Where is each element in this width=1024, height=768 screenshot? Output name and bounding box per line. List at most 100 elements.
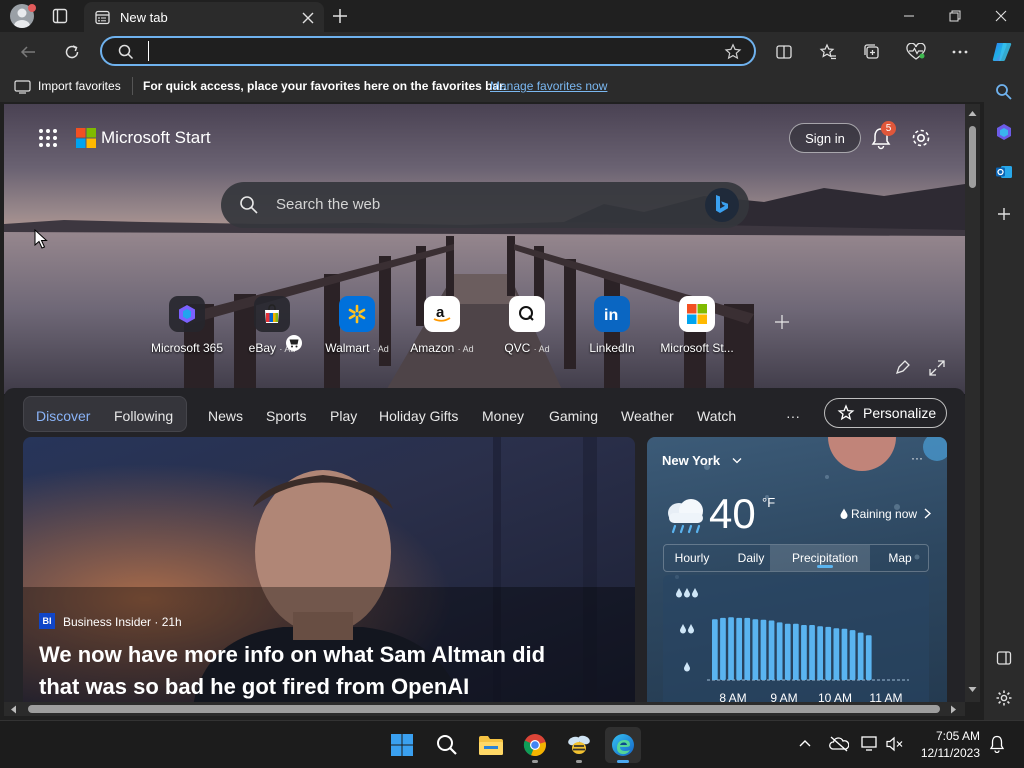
taskbar-search-button[interactable] <box>429 727 465 763</box>
vertical-scroll-thumb[interactable] <box>969 126 976 188</box>
weather-location[interactable]: New York <box>662 453 720 468</box>
browser-essentials-button[interactable] <box>902 38 930 66</box>
tab-holiday-gifts[interactable]: Holiday Gifts <box>379 408 458 424</box>
gear-icon <box>996 690 1012 706</box>
quick-link-amazon[interactable]: a Amazon · Ad <box>404 296 480 355</box>
import-favorites-link[interactable]: Import favorites <box>38 79 121 93</box>
sidebar-copilot-button[interactable] <box>990 118 1018 146</box>
tab-following[interactable]: Following <box>114 408 173 424</box>
favorites-button[interactable] <box>814 38 842 66</box>
expand-background-button[interactable] <box>929 360 945 376</box>
clock-date[interactable]: 12/11/2023 <box>914 746 980 760</box>
weather-more-button[interactable]: ··· <box>911 451 923 465</box>
network-monitor-icon[interactable] <box>861 736 879 752</box>
settings-more-button[interactable] <box>946 38 974 66</box>
scroll-down-arrow-icon[interactable] <box>968 686 977 693</box>
chrome-button[interactable] <box>517 727 553 763</box>
chrome-icon <box>523 734 546 757</box>
svg-text:in: in <box>604 307 618 324</box>
tab-discover[interactable]: Discover <box>36 408 90 424</box>
precip-time-label: 10 AM <box>818 691 852 702</box>
split-screen-button[interactable] <box>770 38 798 66</box>
tab-new-tab[interactable]: New tab <box>84 2 324 32</box>
new-tab-button[interactable] <box>330 6 350 26</box>
tab-title: New tab <box>120 10 168 25</box>
sparkle-star-icon <box>837 404 855 421</box>
tab-money[interactable]: Money <box>482 408 524 424</box>
web-search-box[interactable]: Search the web <box>221 182 749 228</box>
scroll-up-arrow-icon[interactable] <box>968 110 977 117</box>
close-tab-icon[interactable] <box>302 12 314 24</box>
chevron-right-icon[interactable] <box>924 508 931 519</box>
temperature-unit[interactable]: °F <box>762 495 775 510</box>
weather-card[interactable]: New York ··· 40 °F Raining now Hourly Da… <box>647 437 947 702</box>
sign-in-button[interactable]: Sign in <box>789 123 861 153</box>
tab-actions-icon[interactable] <box>52 8 68 24</box>
story-headline-line2[interactable]: that was so bad he got fired from OpenAI <box>39 674 469 700</box>
add-quick-link-button[interactable] <box>774 314 790 330</box>
horizontal-scroll-thumb[interactable] <box>28 705 940 713</box>
windows-taskbar: 7:05 AM 12/11/2023 <box>0 720 1024 768</box>
onedrive-offline-icon[interactable] <box>829 736 849 752</box>
sidebar-search-button[interactable] <box>990 78 1018 106</box>
story-headline-line1[interactable]: We now have more info on what Sam Altman… <box>39 642 545 668</box>
copilot-icon <box>992 43 1012 61</box>
hide-sidebar-button[interactable] <box>990 644 1018 672</box>
clock-time[interactable]: 7:05 AM <box>914 729 980 743</box>
tab-weather[interactable]: Weather <box>621 408 674 424</box>
personalize-button[interactable]: Personalize <box>824 398 947 428</box>
precip-bar <box>809 625 815 680</box>
page-settings-button[interactable] <box>910 127 932 149</box>
notification-center-bell-icon[interactable] <box>989 735 1005 753</box>
scroll-left-arrow-icon[interactable] <box>10 705 17 714</box>
minimize-button[interactable] <box>886 0 932 32</box>
apps-launcher-button[interactable] <box>38 128 58 148</box>
collections-button[interactable] <box>858 38 886 66</box>
tab-daily[interactable]: Daily <box>723 545 779 571</box>
precip-time-label: 8 AM <box>719 691 746 702</box>
more-tabs-button[interactable]: ··· <box>786 408 800 424</box>
quick-link-walmart[interactable]: Walmart · Ad <box>319 296 395 355</box>
edit-background-button[interactable] <box>894 360 910 376</box>
file-explorer-button[interactable] <box>473 727 509 763</box>
tab-news[interactable]: News <box>208 408 243 424</box>
restore-button[interactable] <box>932 0 978 32</box>
story-source[interactable]: Business Insider · 21h <box>63 615 182 629</box>
volume-muted-icon[interactable] <box>886 736 904 752</box>
brand-title[interactable]: Microsoft Start <box>101 128 211 148</box>
scroll-right-arrow-icon[interactable] <box>950 705 957 714</box>
sidebar-settings-button[interactable] <box>990 684 1018 712</box>
bee-app-button[interactable] <box>561 727 597 763</box>
manage-favorites-link[interactable]: Manage favorites now <box>490 79 607 93</box>
tab-watch[interactable]: Watch <box>697 408 736 424</box>
favorite-star-icon[interactable] <box>724 43 742 61</box>
bing-chat-button[interactable] <box>705 188 739 222</box>
address-bar[interactable] <box>100 36 756 66</box>
tab-sports[interactable]: Sports <box>266 408 306 424</box>
quick-link-linkedin[interactable]: in LinkedIn <box>574 296 650 355</box>
top-story-card[interactable]: BI Business Insider · 21h We now have mo… <box>23 437 635 702</box>
quick-link-microsoft-365[interactable]: Microsoft 365 <box>149 296 225 355</box>
refresh-button[interactable] <box>58 38 86 66</box>
chevron-down-icon[interactable] <box>732 457 742 465</box>
quick-link-microsoft-store[interactable]: Microsoft St... <box>659 296 735 355</box>
address-input[interactable] <box>148 41 708 61</box>
copilot-button[interactable] <box>988 38 1016 66</box>
tab-map[interactable]: Map <box>875 545 925 571</box>
back-button[interactable] <box>14 38 42 66</box>
sidebar-add-button[interactable] <box>990 200 1018 228</box>
edge-button[interactable] <box>605 727 641 763</box>
mouse-cursor-icon <box>34 229 48 249</box>
tab-gaming[interactable]: Gaming <box>549 408 598 424</box>
sidebar-outlook-button[interactable] <box>990 158 1018 186</box>
horizontal-scrollbar[interactable] <box>4 702 965 716</box>
tab-hourly[interactable]: Hourly <box>664 545 720 571</box>
weather-condition[interactable]: Raining now <box>851 507 917 521</box>
vertical-scrollbar[interactable] <box>965 104 980 702</box>
quick-link-qvc[interactable]: QVC · Ad <box>489 296 565 355</box>
start-button[interactable] <box>384 727 420 763</box>
close-window-button[interactable] <box>978 0 1024 32</box>
tab-play[interactable]: Play <box>330 408 357 424</box>
show-hidden-icons-chevron-icon[interactable] <box>799 739 811 747</box>
folder-icon <box>479 736 503 755</box>
